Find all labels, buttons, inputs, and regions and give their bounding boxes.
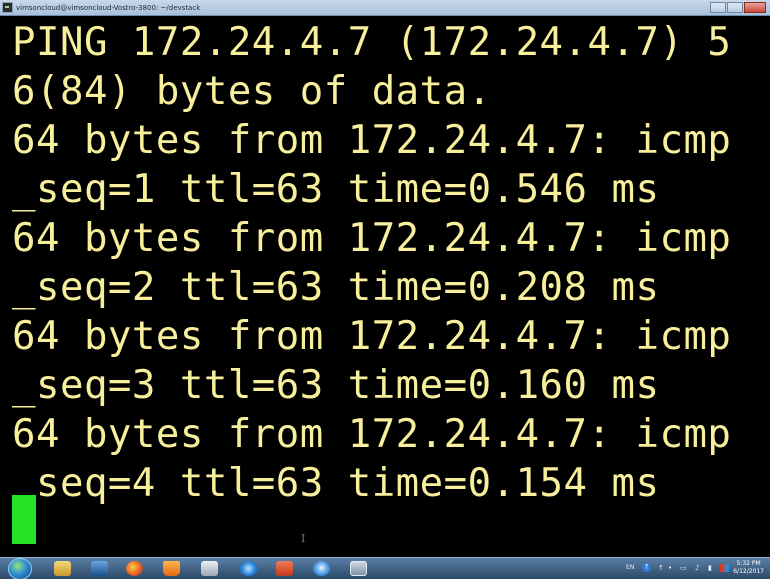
- tray-dot-icon: •: [668, 564, 673, 572]
- terminal-cursor: [12, 495, 36, 544]
- volume-icon[interactable]: ♪: [695, 564, 699, 573]
- action-center-flag-icon[interactable]: [720, 564, 729, 572]
- terminal-line: _seq=3 ttl=63 time=0.160 ms: [12, 363, 660, 408]
- minimize-button[interactable]: [710, 2, 726, 13]
- close-button[interactable]: [744, 2, 766, 13]
- terminal-icon[interactable]: [350, 561, 367, 576]
- terminal-line: 64 bytes from 172.24.4.7: icmp: [12, 118, 732, 163]
- screen: vimsoncloud@vimsoncloud-Vostro-3800: ~/d…: [0, 0, 770, 579]
- window-controls: [709, 2, 766, 13]
- terminal-line: 64 bytes from 172.24.4.7: icmp: [12, 216, 732, 261]
- tray-arrow-icon[interactable]: ↑: [658, 564, 664, 573]
- terminal-line: 64 bytes from 172.24.4.7: icmp: [12, 314, 732, 359]
- mouse-ibeam-cursor: I: [301, 532, 306, 545]
- media-player-icon[interactable]: [91, 561, 108, 576]
- system-tray: EN ? ↑ • ▭ ♪ ▮ 5:32 PM 6/12/2017: [580, 558, 770, 579]
- terminal-output[interactable]: PING 172.24.4.7 (172.24.4.7) 5 6(84) byt…: [0, 16, 770, 557]
- clock-time: 5:32 PM: [736, 560, 761, 567]
- folder-icon[interactable]: [54, 561, 71, 576]
- chat-icon[interactable]: [313, 561, 330, 576]
- network-icon[interactable]: ▭: [680, 564, 687, 573]
- vlc-icon[interactable]: [163, 561, 180, 576]
- clock-date: 6/12/2017: [733, 568, 764, 575]
- start-button[interactable]: [8, 558, 32, 579]
- system-clock[interactable]: 5:32 PM 6/12/2017: [733, 560, 764, 576]
- window-title-bar[interactable]: vimsoncloud@vimsoncloud-Vostro-3800: ~/d…: [0, 0, 770, 16]
- terminal-line: _seq=2 ttl=63 time=0.208 ms: [12, 265, 660, 310]
- power-icon[interactable]: ▮: [708, 564, 712, 573]
- terminal-app-icon[interactable]: [2, 2, 13, 13]
- presentation-icon[interactable]: [276, 561, 293, 576]
- language-indicator[interactable]: EN: [626, 564, 634, 571]
- terminal-line: 64 bytes from 172.24.4.7: icmp: [12, 412, 732, 457]
- taskbar: EN ? ↑ • ▭ ♪ ▮ 5:32 PM 6/12/2017: [0, 557, 770, 579]
- maximize-button[interactable]: [727, 2, 743, 13]
- firefox-icon[interactable]: [126, 561, 143, 576]
- paint-icon[interactable]: [201, 561, 218, 576]
- terminal-line: PING 172.24.4.7 (172.24.4.7) 5: [12, 20, 732, 65]
- window-title: vimsoncloud@vimsoncloud-Vostro-3800: ~/d…: [16, 4, 201, 12]
- terminal-line: _seq=1 ttl=63 time=0.546 ms: [12, 167, 660, 212]
- help-icon[interactable]: ?: [642, 563, 651, 572]
- internet-explorer-icon[interactable]: [240, 561, 257, 576]
- terminal-line: 6(84) bytes of data.: [12, 69, 492, 114]
- terminal-line: _seq=4 ttl=63 time=0.154 ms: [12, 461, 660, 506]
